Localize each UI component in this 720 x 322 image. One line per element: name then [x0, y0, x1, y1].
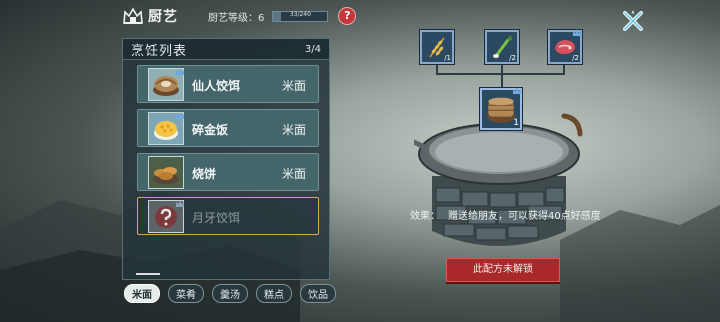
result-count: 1 [513, 118, 519, 128]
result-dish-slot[interactable]: 1 [480, 87, 522, 130]
crown-badge-icon [176, 112, 184, 119]
level-progress-text: 33/240 [289, 10, 311, 18]
ingredient-slot[interactable]: /2 [548, 29, 582, 64]
ingredient-count: /2 [572, 54, 579, 62]
recipe-category: 米面 [281, 167, 306, 181]
recipe-item[interactable]: 仙人饺饵 米面 [137, 65, 319, 103]
tab-soups[interactable]: 羹汤 [212, 284, 248, 303]
background-mountains [0, 190, 720, 322]
help-button[interactable]: ? [338, 7, 357, 25]
effect-description: 效果： 赠送给朋友，可以获得40点好感度 [410, 207, 601, 222]
ingredient-slot[interactable]: /1 [420, 30, 454, 64]
tab-rice-noodles[interactable]: 米面 [124, 284, 160, 303]
header-bar: 厨艺 厨艺等级：6 33/240 ? [122, 4, 357, 28]
recipe-list-title: 烹饪列表 [131, 43, 188, 59]
tab-drinks[interactable]: 饮品 [300, 284, 336, 303]
recipe-name: 烧饼 [192, 167, 217, 181]
recipe-name: 月牙饺饵 [192, 211, 241, 225]
recipe-list-header: 烹饪列表 3/4 [123, 39, 329, 60]
ingredient-count: /1 [444, 54, 451, 62]
effect-label: 效果： [410, 211, 440, 222]
recipe-list-panel: 烹饪列表 3/4 仙人饺饵 米面 碎金饭 米面 烧饼 米面 月牙饺饵 [122, 38, 330, 280]
tab-dishes[interactable]: 菜肴 [168, 284, 204, 303]
category-tabs: 米面 菜肴 羹汤 糕点 饮品 [124, 284, 336, 303]
crown-icon [123, 7, 143, 24]
crown-badge-icon [176, 200, 184, 207]
recipe-item-selected[interactable]: 月牙饺饵 [137, 197, 319, 235]
crown-badge-icon [176, 68, 184, 75]
page-indicator: 3/4 [304, 43, 321, 55]
recipe-category: 米面 [281, 79, 306, 93]
level-progress-bar: 33/240 [272, 10, 329, 22]
page-title: 厨艺 [148, 9, 178, 25]
recipe-locked-banner: 此配方未解锁 [446, 258, 560, 282]
recipe-connector [436, 73, 565, 75]
scroll-indicator [136, 273, 160, 275]
cooking-level-label: 厨艺等级：6 [208, 12, 265, 24]
recipe-name: 碎金饭 [192, 123, 229, 137]
tab-pastries[interactable]: 糕点 [256, 284, 292, 303]
recipe-name: 仙人饺饵 [192, 79, 241, 93]
recipe-item[interactable]: 碎金饭 米面 [137, 109, 319, 147]
crown-badge-icon [573, 29, 581, 36]
recipe-category: 米面 [281, 123, 306, 137]
ingredient-count: /2 [509, 54, 516, 62]
recipe-connector [501, 64, 503, 90]
ingredient-slot[interactable]: /2 [485, 30, 519, 64]
effect-text: 赠送给朋友，可以获得40点好感度 [448, 211, 601, 222]
close-icon[interactable] [620, 8, 646, 34]
recipe-item[interactable]: 烧饼 米面 [137, 153, 319, 191]
flatbread-icon [148, 156, 184, 189]
crown-badge-icon [513, 87, 521, 94]
